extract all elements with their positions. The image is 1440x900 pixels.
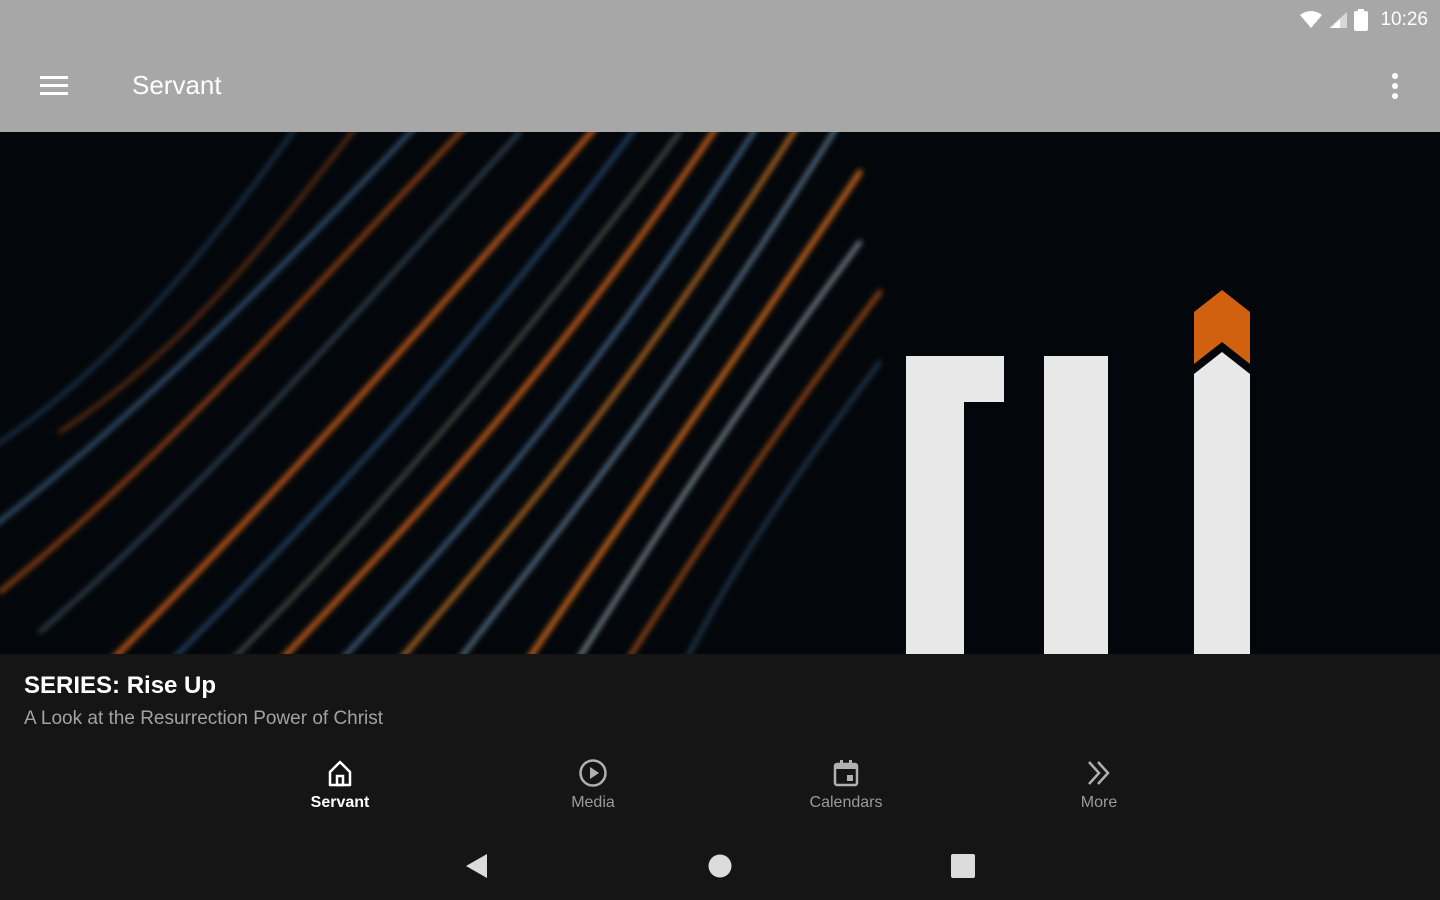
play-circle-icon (579, 759, 607, 787)
tab-servant[interactable]: Servant (260, 756, 420, 824)
home-circle-icon (708, 854, 732, 878)
series-banner-image[interactable] (0, 132, 1440, 654)
light-streaks-graphic (0, 132, 1440, 654)
battery-icon (1354, 9, 1369, 31)
menu-button[interactable] (34, 70, 74, 102)
system-recents-button[interactable] (945, 848, 981, 884)
bottom-navigation: Servant Media Calendars More (0, 754, 1440, 830)
cell-signal-icon (1329, 12, 1348, 28)
status-time: 10:26 (1380, 9, 1428, 30)
tab-label: Calendars (809, 794, 883, 811)
app-title: Servant (132, 70, 222, 100)
app-bar: Servant (0, 40, 1440, 132)
series-subtitle: A Look at the Resurrection Power of Chri… (24, 708, 384, 729)
series-info[interactable]: SERIES: Rise Up A Look at the Resurrecti… (0, 654, 1440, 754)
tab-more[interactable]: More (1019, 756, 1179, 824)
hamburger-menu-icon (40, 76, 68, 95)
overflow-menu-button[interactable] (1380, 68, 1410, 104)
recents-square-icon (951, 854, 975, 878)
system-home-button[interactable] (702, 848, 738, 884)
tab-label: More (1080, 794, 1118, 811)
calendar-icon (833, 760, 859, 787)
status-bar: 10:26 (0, 0, 1440, 40)
tab-label: Servant (310, 794, 370, 811)
wifi-icon (1300, 11, 1323, 28)
tab-calendars[interactable]: Calendars (766, 756, 926, 824)
tab-label: Media (571, 794, 615, 811)
system-navigation-bar (0, 830, 1440, 900)
series-title: SERIES: Rise Up (24, 672, 217, 699)
tab-media[interactable]: Media (513, 756, 673, 824)
double-chevron-right-icon (1088, 761, 1110, 785)
back-triangle-icon (466, 854, 487, 878)
home-icon (328, 760, 352, 787)
system-back-button[interactable] (458, 848, 494, 884)
more-vert-icon (1392, 73, 1398, 99)
